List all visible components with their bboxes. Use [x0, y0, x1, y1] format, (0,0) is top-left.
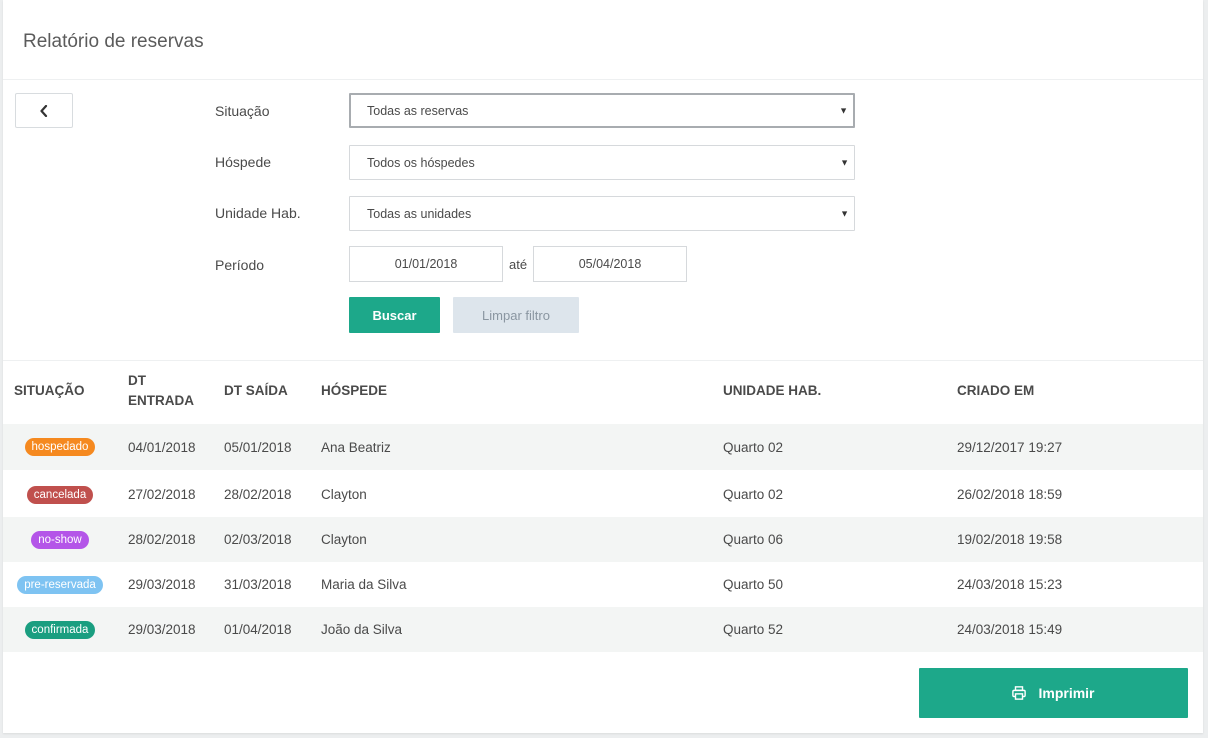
- column-header-hospede[interactable]: HÓSPEDE: [321, 381, 387, 401]
- table-row[interactable]: hospedado 04/01/2018 05/01/2018 Ana Beatriz…: [3, 424, 1203, 470]
- unidade-label: Unidade Hab.: [215, 205, 301, 221]
- situacao-label: Situação: [215, 103, 270, 119]
- page-header: Relatório de reservas: [3, 0, 1203, 80]
- cell-dt-saida: 01/04/2018: [224, 622, 292, 637]
- date-to-input[interactable]: 05/04/2018: [533, 246, 687, 282]
- unidade-select[interactable]: Todas as unidades ▼: [349, 196, 855, 231]
- chevron-left-icon: [40, 104, 48, 117]
- cell-dt-saida: 31/03/2018: [224, 577, 292, 592]
- table-row[interactable]: confirmada 29/03/2018 01/04/2018 João da Si…: [3, 607, 1203, 652]
- cell-situacao: cancelada: [3, 472, 117, 517]
- cell-situacao: confirmada: [3, 607, 117, 652]
- cell-dt-entrada: 28/02/2018: [128, 532, 196, 547]
- cell-situacao: hospedado: [3, 424, 117, 470]
- cell-hospede: João da Silva: [321, 622, 403, 637]
- cell-unidade: Quarto 50: [723, 577, 784, 592]
- cell-criado: 26/02/2018 18:59: [957, 487, 1063, 502]
- page-title: Relatório de reservas: [23, 31, 204, 52]
- column-header-dt-saida[interactable]: DT SAÍDA: [224, 381, 288, 401]
- status-badge: no-show: [31, 530, 89, 549]
- cell-criado: 19/02/2018 19:58: [957, 532, 1063, 547]
- column-header-dt-entrada-line2[interactable]: ENTRADA: [128, 391, 194, 411]
- hospede-select-value: Todos os hóspedes: [367, 155, 475, 170]
- cell-situacao: pre-reservada: [3, 562, 117, 607]
- hospede-select[interactable]: Todos os hóspedes ▼: [349, 145, 855, 180]
- cell-situacao: no-show: [3, 517, 117, 562]
- cell-dt-entrada: 29/03/2018: [128, 577, 196, 592]
- print-button[interactable]: Imprimir: [919, 668, 1188, 718]
- cell-dt-entrada: 04/01/2018: [128, 439, 196, 455]
- column-header-dt-entrada-line1[interactable]: DT: [128, 371, 146, 391]
- hospede-label: Hóspede: [215, 154, 272, 170]
- cell-hospede: Clayton: [321, 487, 367, 502]
- cell-unidade: Quarto 02: [723, 439, 784, 455]
- dropdown-caret-icon: ▼: [840, 208, 849, 218]
- cell-hospede: Ana Beatriz: [321, 439, 391, 455]
- cell-hospede: Clayton: [321, 532, 367, 547]
- dropdown-caret-icon: ▼: [840, 157, 849, 167]
- situacao-select-value: Todas as reservas: [367, 103, 469, 118]
- cell-unidade: Quarto 02: [723, 487, 784, 502]
- cell-unidade: Quarto 06: [723, 532, 784, 547]
- search-button[interactable]: Buscar: [349, 297, 440, 333]
- cell-dt-entrada: 29/03/2018: [128, 622, 196, 637]
- print-button-label: Imprimir: [1038, 685, 1095, 701]
- dropdown-caret-icon: ▼: [839, 105, 848, 115]
- periodo-label: Período: [215, 257, 265, 273]
- status-badge: pre-reservada: [17, 575, 103, 594]
- cell-dt-saida: 05/01/2018: [224, 439, 292, 455]
- cell-criado: 29/12/2017 19:27: [957, 439, 1063, 455]
- status-badge: cancelada: [26, 485, 94, 504]
- clear-filter-button[interactable]: Limpar filtro: [453, 297, 579, 333]
- column-header-unidade[interactable]: UNIDADE HAB.: [723, 381, 821, 401]
- cell-hospede: Maria da Silva: [321, 577, 407, 592]
- table-row[interactable]: pre-reservada 29/03/2018 31/03/2018 Maria d…: [3, 562, 1203, 607]
- table-row[interactable]: cancelada 27/02/2018 28/02/2018 Clayton Quar…: [3, 472, 1203, 517]
- cell-dt-saida: 28/02/2018: [224, 487, 292, 502]
- report-card: Relatório de reservas Situação Todas as …: [3, 0, 1203, 733]
- cell-unidade: Quarto 52: [723, 622, 784, 637]
- divider: [3, 360, 1203, 361]
- column-header-criado[interactable]: CRIADO EM: [957, 381, 1034, 401]
- cell-dt-entrada: 27/02/2018: [128, 487, 196, 502]
- periodo-separator: até: [509, 257, 528, 272]
- cell-criado: 24/03/2018 15:49: [957, 622, 1063, 637]
- status-badge: hospedado: [24, 438, 96, 456]
- status-badge: confirmada: [24, 620, 96, 639]
- cell-criado: 24/03/2018 15:23: [957, 577, 1063, 592]
- date-from-input[interactable]: 01/01/2018: [349, 246, 503, 282]
- unidade-select-value: Todas as unidades: [367, 206, 472, 221]
- cell-dt-saida: 02/03/2018: [224, 532, 292, 547]
- table-row[interactable]: no-show 28/02/2018 02/03/2018 Clayton Quarto…: [3, 517, 1203, 562]
- printer-icon: [1012, 686, 1027, 700]
- situacao-select[interactable]: Todas as reservas ▼: [349, 93, 855, 128]
- column-header-situacao[interactable]: SITUAÇÃO: [14, 381, 85, 401]
- back-button[interactable]: [15, 93, 73, 128]
